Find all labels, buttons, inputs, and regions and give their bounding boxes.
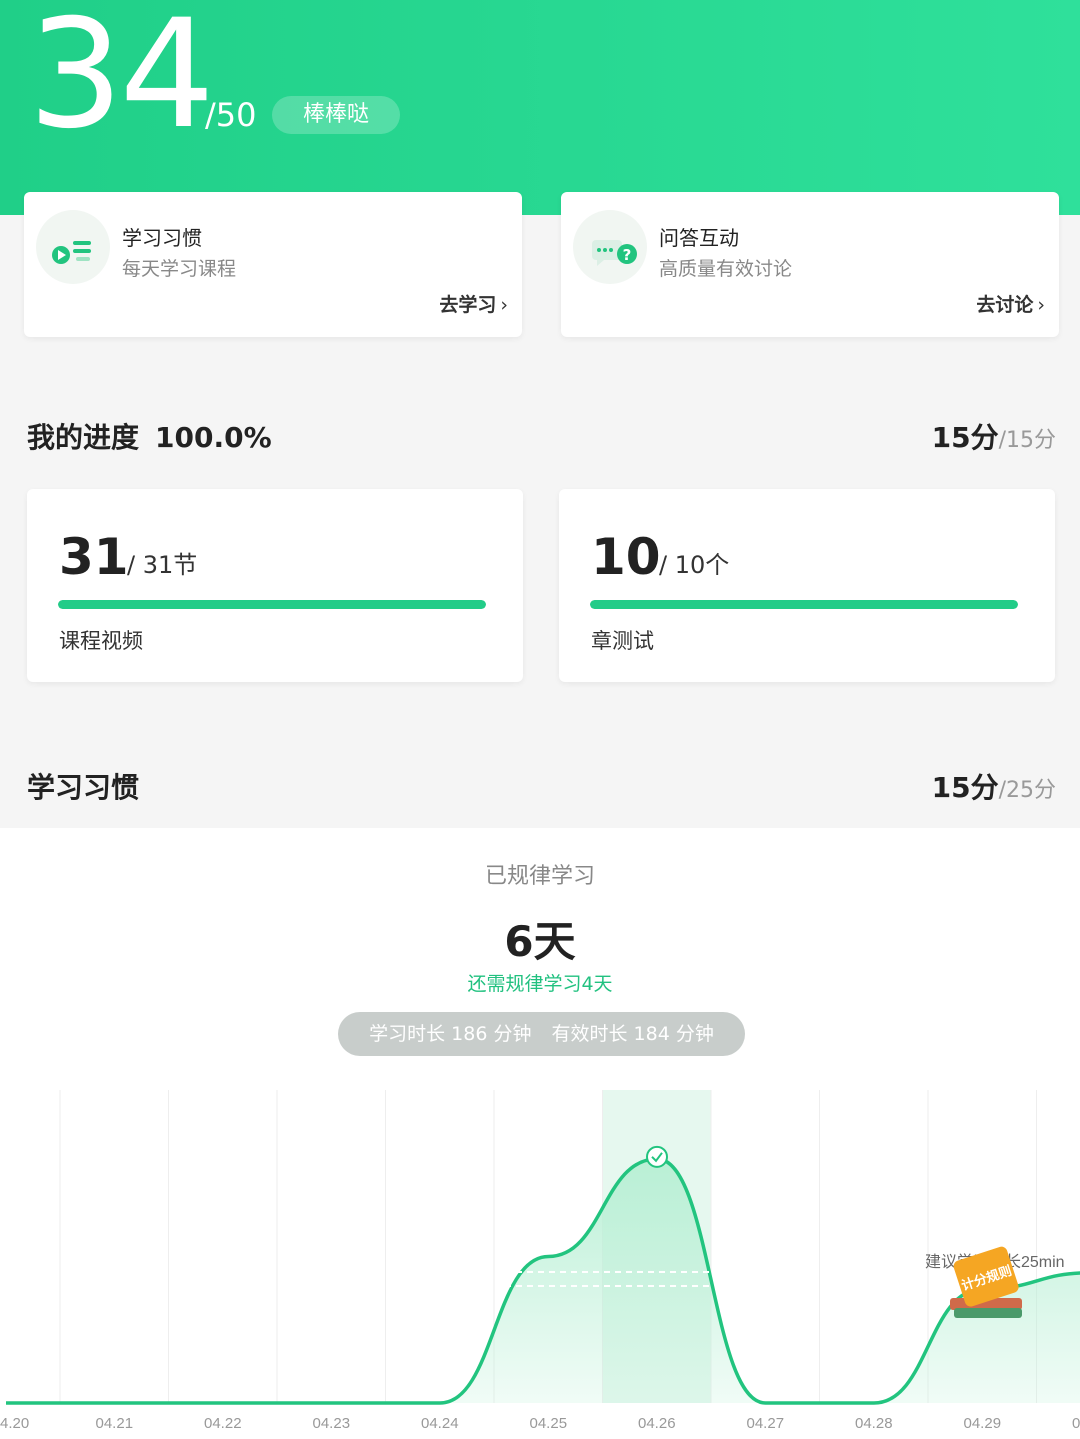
chevron-right-icon: › xyxy=(1037,294,1045,316)
habit-days: 6天 xyxy=(504,917,576,966)
progress-percent: 100.0% xyxy=(155,421,272,454)
chapter-test-card[interactable]: 10 / 10个 章测试 xyxy=(559,489,1055,682)
tick-label: 04.27 xyxy=(747,1415,785,1432)
badge-book xyxy=(954,1308,1022,1318)
entry-title: 学习习惯 xyxy=(122,226,202,250)
habit-caption: 已规律学习 xyxy=(484,864,595,889)
video-list-icon xyxy=(36,210,110,284)
study-time: 学习时长 186 分钟 xyxy=(369,1023,532,1045)
test-total: / 10个 xyxy=(659,551,730,579)
go-discuss-link[interactable]: 去讨论 › xyxy=(976,290,1045,317)
svg-text:?: ? xyxy=(623,246,632,264)
chat-question-icon: ? xyxy=(573,210,647,284)
study-time-pill: 学习时长 186 分钟 有效时长 184 分钟 xyxy=(338,1012,745,1056)
check-marker xyxy=(646,1145,668,1168)
praise-badge: 棒棒哒 xyxy=(272,96,400,134)
video-label: 课程视频 xyxy=(59,629,143,653)
tick-label: 04.29 xyxy=(964,1415,1002,1432)
tick-label: 04.26 xyxy=(638,1415,676,1432)
test-progress-bar xyxy=(590,600,1018,609)
study-time-chart: 建议学习时长25min计分规则4.2004.2104.2204.2304.240… xyxy=(0,1090,1080,1432)
tick-label: 04.23 xyxy=(313,1415,351,1432)
tick-label: 04.22 xyxy=(204,1415,242,1432)
tick-label: 0 xyxy=(1072,1415,1080,1432)
habit-entry-card[interactable]: 学习习惯 每天学习课程 去学习 › xyxy=(24,192,522,337)
effective-time: 有效时长 184 分钟 xyxy=(551,1023,714,1045)
video-count: 31 xyxy=(59,528,129,586)
tick-label: 04.25 xyxy=(530,1415,568,1432)
score-max: /50 xyxy=(205,96,257,134)
habit-score: 15分/25分 xyxy=(931,771,1056,804)
tick-label: 04.21 xyxy=(96,1415,134,1432)
video-total: / 31节 xyxy=(127,551,198,579)
entry-title: 问答互动 xyxy=(659,226,739,250)
score-header: 34 /50 棒棒哒 xyxy=(0,0,1080,215)
test-label: 章测试 xyxy=(591,629,654,653)
habit-section-title: 学习习惯 xyxy=(27,771,140,804)
total-score: 34 xyxy=(28,0,215,162)
entry-subtitle: 每天学习课程 xyxy=(122,258,237,280)
progress-score: 15分/15分 xyxy=(931,421,1056,454)
habit-remaining: 还需规律学习4天 xyxy=(467,973,613,995)
entry-subtitle: 高质量有效讨论 xyxy=(659,258,793,280)
course-video-card[interactable]: 31 / 31节 课程视频 xyxy=(27,489,523,682)
chevron-right-icon: › xyxy=(500,294,508,316)
go-study-link[interactable]: 去学习 › xyxy=(439,290,508,317)
tick-label: 04.28 xyxy=(855,1415,893,1432)
qa-entry-card[interactable]: ? 问答互动 高质量有效讨论 去讨论 › xyxy=(561,192,1059,337)
tick-label: 04.24 xyxy=(421,1415,459,1432)
video-progress-bar xyxy=(58,600,486,609)
tick-label: 4.20 xyxy=(0,1415,29,1432)
progress-section-title: 我的进度 100.0% xyxy=(27,421,272,454)
test-count: 10 xyxy=(591,528,661,586)
